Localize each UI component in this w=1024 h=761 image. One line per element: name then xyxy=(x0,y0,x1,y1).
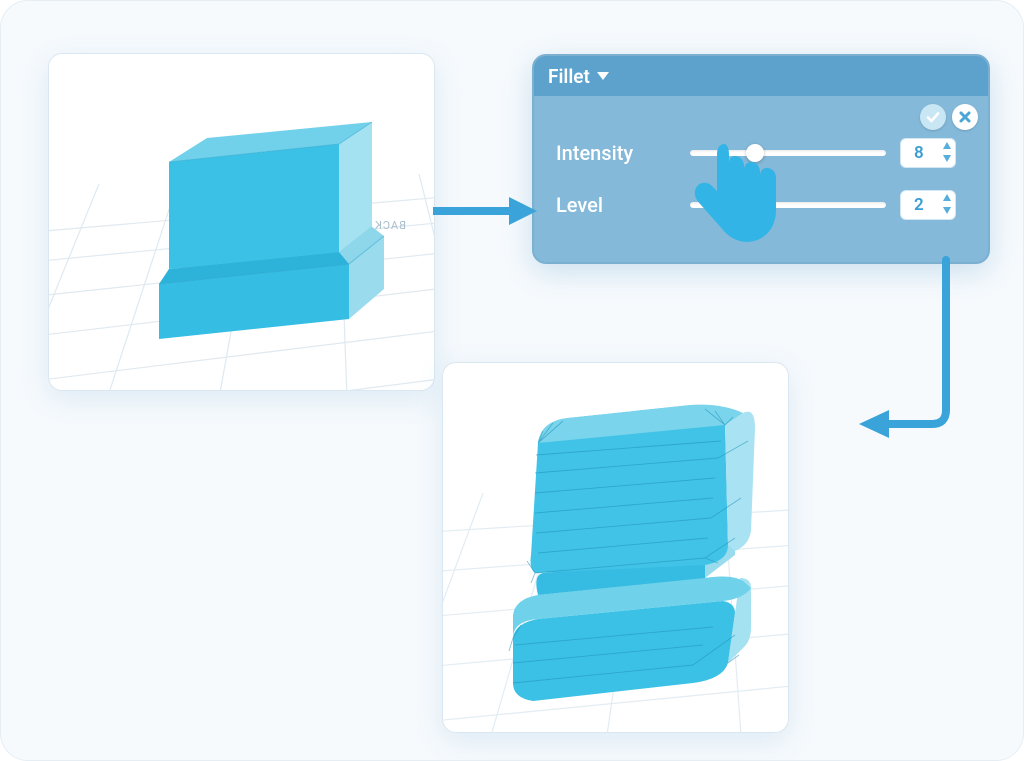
confirm-button[interactable] xyxy=(920,104,946,130)
level-label: Level xyxy=(556,193,676,217)
level-spinner[interactable]: 2 xyxy=(900,190,956,220)
model-block-rounded xyxy=(509,405,755,701)
level-slider[interactable] xyxy=(690,202,886,208)
before-model-illustration: BACK xyxy=(49,54,434,390)
intensity-slider-thumb[interactable] xyxy=(746,144,764,162)
intensity-slider[interactable] xyxy=(690,150,886,156)
intensity-value: 8 xyxy=(914,143,924,163)
arrow-panel-to-after xyxy=(786,260,976,450)
preview-before: BACK xyxy=(48,53,435,391)
dropdown-caret-icon xyxy=(596,71,610,81)
after-model-illustration xyxy=(443,363,788,732)
close-button[interactable] xyxy=(952,104,978,130)
step-down-icon[interactable] xyxy=(942,205,952,215)
diagram-canvas: BACK xyxy=(0,0,1024,761)
panel-header[interactable]: Fillet xyxy=(534,56,988,96)
intensity-label: Intensity xyxy=(556,141,676,165)
panel-title: Fillet xyxy=(548,65,590,88)
model-block xyxy=(159,122,384,339)
arrow-before-to-panel xyxy=(433,191,538,231)
step-down-icon[interactable] xyxy=(942,153,952,163)
fillet-settings-panel: Fillet Intensity 8 xyxy=(532,54,990,264)
level-value: 2 xyxy=(914,195,924,215)
step-up-icon[interactable] xyxy=(942,193,952,203)
intensity-spinner[interactable]: 8 xyxy=(900,138,956,168)
check-icon xyxy=(925,109,941,125)
axis-label: BACK xyxy=(374,219,406,232)
close-icon xyxy=(957,109,973,125)
step-up-icon[interactable] xyxy=(942,141,952,151)
preview-after xyxy=(442,362,789,733)
